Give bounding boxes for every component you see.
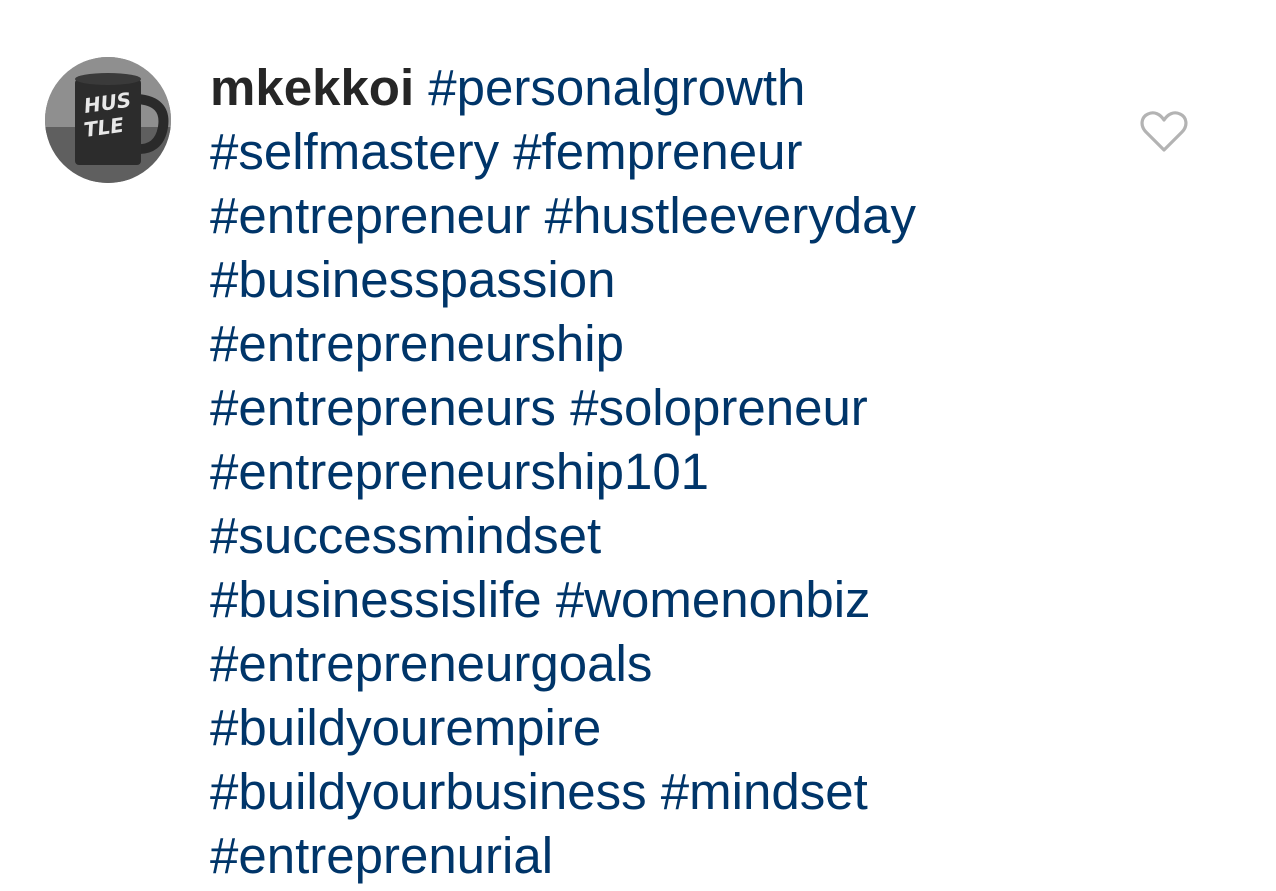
like-button[interactable] — [1138, 108, 1190, 156]
comment-line: #buildyourbusiness #mindset — [210, 760, 1110, 824]
hashtag-link[interactable]: #buildyourempire — [210, 699, 601, 756]
comment-line: #selfmastery #fempreneur — [210, 120, 1110, 184]
hashtag-link[interactable]: #entrepreneurs — [210, 379, 556, 436]
comment-line: #successmindset — [210, 504, 1110, 568]
hashtag-link[interactable]: #entrepreneurgoals — [210, 635, 652, 692]
hashtag-link[interactable]: #entrepreneur — [210, 187, 530, 244]
hashtag-link[interactable]: #hustleeveryday — [545, 187, 916, 244]
hashtag-link[interactable]: #personalgrowth — [428, 59, 805, 116]
hashtag-link[interactable]: #businesspassion — [210, 251, 615, 308]
comment-line: #entrepreneurship — [210, 312, 1110, 376]
hashtag-link[interactable]: #buildyourbusiness — [210, 763, 647, 820]
comment-line: #businessislife #womenonbiz — [210, 568, 1110, 632]
hashtag-link[interactable]: #entrepreneurship101 — [210, 443, 709, 500]
hashtag-link[interactable]: #mindset — [661, 763, 868, 820]
avatar[interactable]: HUS TLE — [45, 57, 171, 183]
comment-line: #entrepreneurs #solopreneur — [210, 376, 1110, 440]
comment-line: #entrepreneurgoals — [210, 632, 1110, 696]
hashtag-link[interactable]: #entrepreneurship — [210, 315, 624, 372]
comment-line: #entrepreneur #hustleeveryday — [210, 184, 1110, 248]
comment-text: mkekkoi #personalgrowth #selfmastery #fe… — [210, 56, 1110, 888]
hashtag-link[interactable]: #solopreneur — [570, 379, 868, 436]
comment-line: #buildyourempire — [210, 696, 1110, 760]
username-link[interactable]: mkekkoi — [210, 59, 414, 116]
hashtag-link[interactable]: #fempreneur — [513, 123, 802, 180]
comment-line: #entrepreneurship101 — [210, 440, 1110, 504]
hashtag-link[interactable]: #womenonbiz — [556, 571, 871, 628]
comment-line: #entreprenurial — [210, 824, 1110, 888]
comment-line: mkekkoi #personalgrowth — [210, 56, 1110, 120]
hashtag-link[interactable]: #businessislife — [210, 571, 542, 628]
hashtag-link[interactable]: #selfmastery — [210, 123, 499, 180]
hustle-mug-icon: HUS TLE — [45, 57, 171, 183]
hashtag-link[interactable]: #successmindset — [210, 507, 601, 564]
comment: HUS TLE mkekkoi #personalgrowth #selfmas… — [0, 0, 1276, 891]
comment-line: #businesspassion — [210, 248, 1110, 312]
hashtag-link[interactable]: #entreprenurial — [210, 827, 553, 884]
heart-outline-icon — [1140, 111, 1188, 152]
